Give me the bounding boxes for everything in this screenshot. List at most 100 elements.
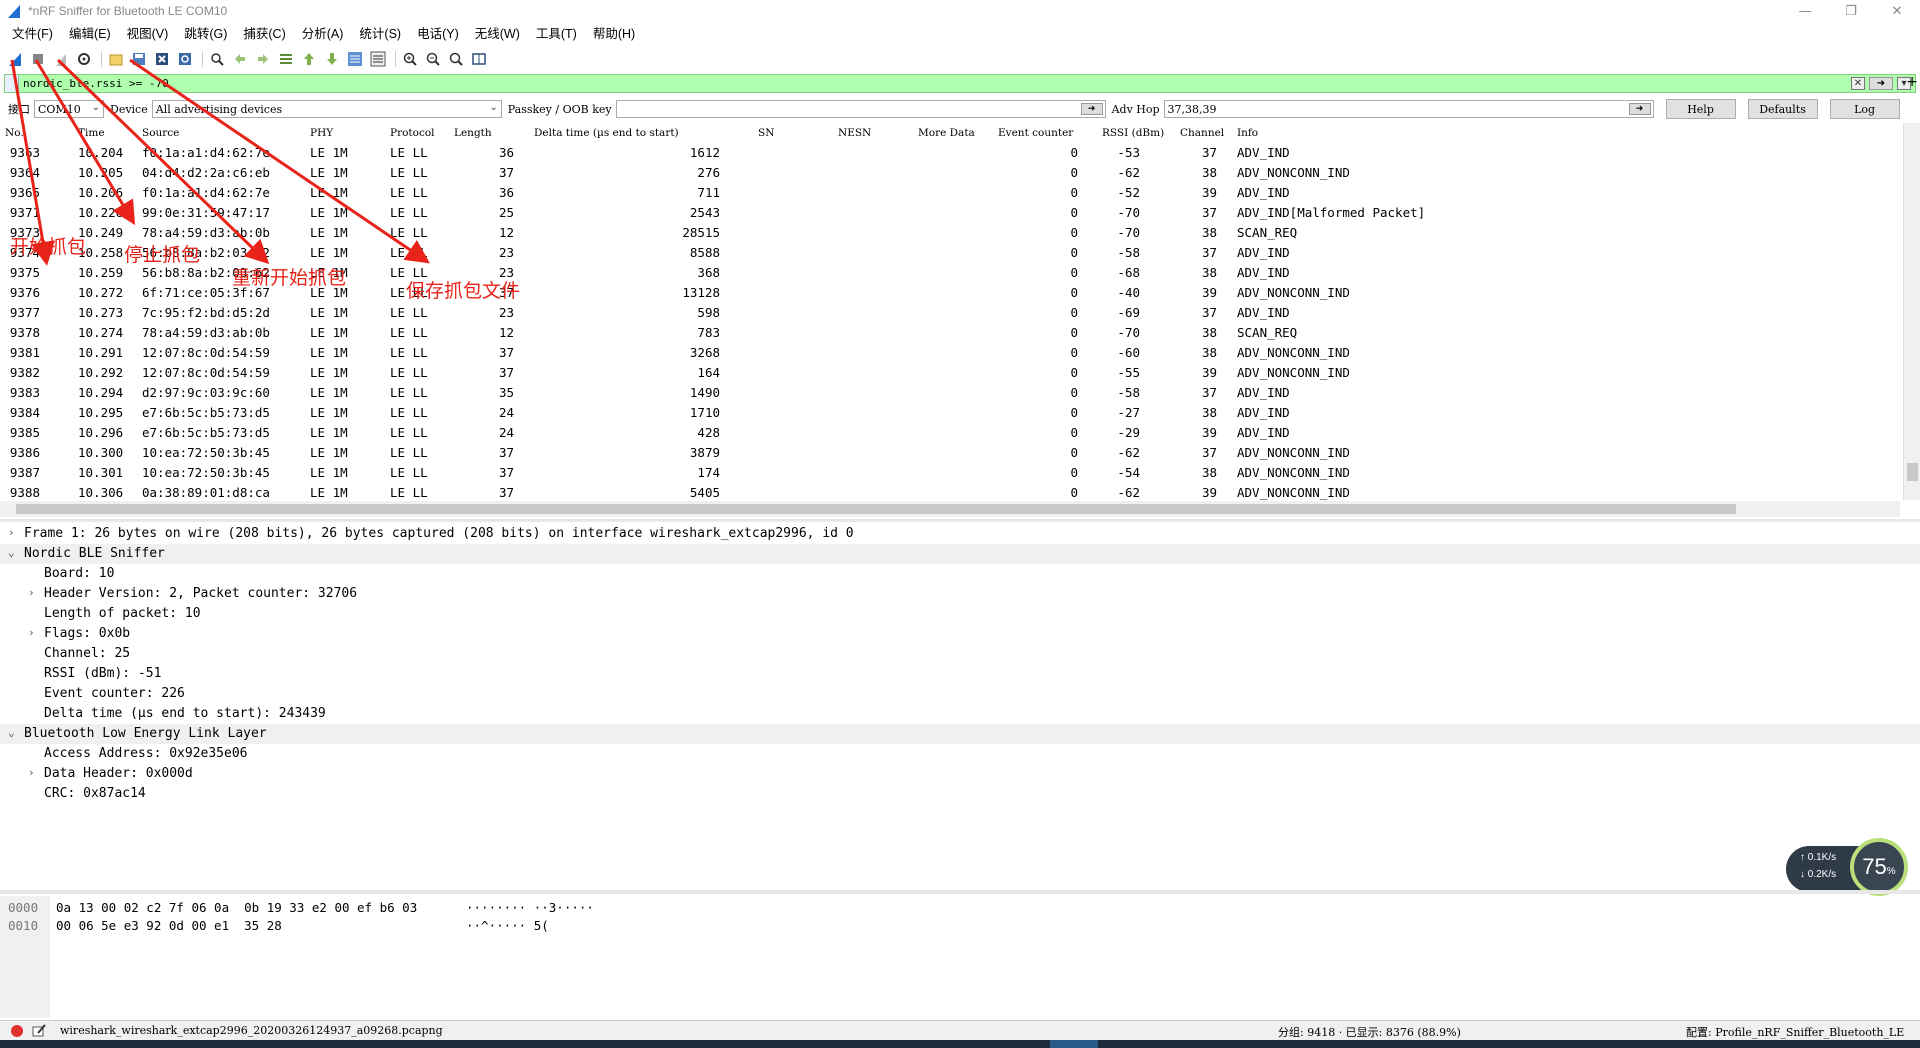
chevron-right-icon[interactable]: › bbox=[8, 526, 15, 539]
save-file-icon[interactable] bbox=[129, 49, 149, 69]
display-filter-input[interactable]: nordic_ble.rssi >= -70 bbox=[19, 77, 1851, 90]
column-delta-time[interactable]: Delta time (µs end to start) bbox=[534, 127, 679, 139]
detail-line[interactable]: › Header Version: 2, Packet counter: 3270… bbox=[0, 584, 1920, 604]
restore-button[interactable]: ❐ bbox=[1828, 0, 1874, 22]
start-capture-icon[interactable] bbox=[5, 49, 25, 69]
chevron-down-icon[interactable]: ⌄ bbox=[8, 726, 15, 739]
packet-details[interactable]: › Frame 1: 26 bytes on wire (208 bits), 2… bbox=[0, 524, 1920, 886]
detail-line[interactable]: ⌄ Nordic BLE Sniffer bbox=[0, 544, 1920, 564]
pane-divider[interactable] bbox=[0, 519, 1920, 522]
table-row[interactable]: 9382 10.292 12:07:8c:0d:54:59 LE 1M LE LL 37 1… bbox=[0, 363, 1900, 383]
log-button[interactable]: Log bbox=[1829, 99, 1900, 119]
detail-line[interactable]: Channel: 25 bbox=[0, 644, 1920, 664]
zoom-out-icon[interactable] bbox=[423, 49, 443, 69]
table-row[interactable]: 9374 10.258 56:b8:8a:b2:03:62 LE 1M LE LL 23 8… bbox=[0, 243, 1900, 263]
detail-line[interactable]: › Flags: 0x0b bbox=[0, 624, 1920, 644]
detail-line[interactable]: › Frame 1: 26 bytes on wire (208 bits), 2… bbox=[0, 524, 1920, 544]
menu-analyze[interactable]: 分析(A) bbox=[294, 23, 352, 45]
colorize-icon[interactable] bbox=[368, 49, 388, 69]
zoom-in-icon[interactable] bbox=[400, 49, 420, 69]
table-row[interactable]: 9378 10.274 78:a4:59:d3:ab:0b LE 1M LE LL 12 7… bbox=[0, 323, 1900, 343]
menu-view[interactable]: 视图(V) bbox=[119, 23, 177, 45]
table-row[interactable]: 9377 10.273 7c:95:f2:bd:d5:2d LE 1M LE LL 23 5… bbox=[0, 303, 1900, 323]
column-event-counter[interactable]: Event counter bbox=[998, 127, 1073, 139]
defaults-button[interactable]: Defaults bbox=[1747, 99, 1818, 119]
column-length[interactable]: Length bbox=[454, 127, 492, 139]
column-phy[interactable]: PHY bbox=[310, 127, 333, 139]
go-to-packet-icon[interactable] bbox=[276, 49, 296, 69]
detail-line[interactable]: Length of packet: 10 bbox=[0, 604, 1920, 624]
column-no[interactable]: No. bbox=[5, 127, 24, 139]
table-row[interactable]: 9373 10.249 78:a4:59:d3:ab:0b LE 1M LE LL 12 2… bbox=[0, 223, 1900, 243]
taskbar-active-app[interactable] bbox=[1050, 1040, 1098, 1048]
menu-help[interactable]: 帮助(H) bbox=[585, 23, 643, 45]
detail-line[interactable]: Access Address: 0x92e35e06 bbox=[0, 744, 1920, 764]
detail-line[interactable]: RSSI (dBm): -51 bbox=[0, 664, 1920, 684]
packet-list[interactable]: No. Time Source PHY Protocol Length Delt… bbox=[0, 123, 1920, 503]
column-source[interactable]: Source bbox=[142, 127, 179, 139]
capture-comment-icon[interactable] bbox=[32, 1024, 46, 1038]
help-button[interactable]: Help bbox=[1665, 99, 1736, 119]
find-packet-icon[interactable] bbox=[207, 49, 227, 69]
detail-line[interactable]: ⌄ Bluetooth Low Energy Link Layer bbox=[0, 724, 1920, 744]
detail-line[interactable]: CRC: 0x87ac14 bbox=[0, 784, 1920, 804]
go-forward-icon[interactable] bbox=[253, 49, 273, 69]
device-select[interactable]: All advertising devices ⌄ bbox=[151, 100, 502, 118]
profile-name[interactable]: 配置: Profile_nRF_Sniffer_Bluetooth_LE bbox=[1686, 1024, 1904, 1040]
detail-line[interactable]: Event counter: 226 bbox=[0, 684, 1920, 704]
menu-tools[interactable]: 工具(T) bbox=[528, 23, 585, 45]
table-row[interactable]: 9365 10.206 f0:1a:a1:d4:62:7e LE 1M LE LL 36 7… bbox=[0, 183, 1900, 203]
table-row[interactable]: 9386 10.300 10:ea:72:50:3b:45 LE 1M LE LL 37 3… bbox=[0, 443, 1900, 463]
restart-capture-icon[interactable] bbox=[51, 49, 71, 69]
detail-line[interactable]: Board: 10 bbox=[0, 564, 1920, 584]
chevron-down-icon[interactable]: ⌄ bbox=[8, 546, 15, 559]
column-info[interactable]: Info bbox=[1237, 127, 1258, 139]
menu-go[interactable]: 跳转(G) bbox=[176, 23, 235, 45]
passkey-apply-icon[interactable]: ➜ bbox=[1080, 103, 1103, 115]
close-file-icon[interactable] bbox=[152, 49, 172, 69]
interface-select[interactable]: COM10 ⌄ bbox=[34, 100, 104, 118]
column-sn[interactable]: SN bbox=[758, 127, 774, 139]
capture-options-icon[interactable] bbox=[74, 49, 94, 69]
column-protocol[interactable]: Protocol bbox=[390, 127, 435, 139]
column-nesn[interactable]: NESN bbox=[838, 127, 871, 139]
close-button[interactable]: ✕ bbox=[1874, 0, 1920, 22]
adv-hop-apply-icon[interactable]: ➜ bbox=[1628, 103, 1651, 115]
table-row[interactable]: 9385 10.296 e7:6b:5c:b5:73:d5 LE 1M LE LL 24 4… bbox=[0, 423, 1900, 443]
menu-file[interactable]: 文件(F) bbox=[4, 23, 61, 45]
autoscroll-icon[interactable] bbox=[345, 49, 365, 69]
chevron-right-icon[interactable]: › bbox=[28, 626, 35, 639]
table-row[interactable]: 9384 10.295 e7:6b:5c:b5:73:d5 LE 1M LE LL 24 1… bbox=[0, 403, 1900, 423]
clear-filter-icon[interactable]: ✕ bbox=[1851, 77, 1865, 90]
menu-capture[interactable]: 捕获(C) bbox=[235, 23, 293, 45]
apply-filter-icon[interactable]: ➜ bbox=[1869, 77, 1893, 90]
reload-file-icon[interactable] bbox=[175, 49, 195, 69]
menu-telephony[interactable]: 电话(Y) bbox=[409, 23, 467, 45]
scrollbar-thumb[interactable] bbox=[16, 504, 1736, 514]
packet-list-vertical-scrollbar[interactable] bbox=[1903, 123, 1920, 500]
open-file-icon[interactable] bbox=[106, 49, 126, 69]
go-back-icon[interactable] bbox=[230, 49, 250, 69]
minimize-button[interactable]: — bbox=[1782, 0, 1828, 22]
chevron-right-icon[interactable]: › bbox=[28, 586, 35, 599]
passkey-input[interactable]: ➜ bbox=[615, 100, 1106, 118]
column-more-data[interactable]: More Data bbox=[918, 127, 975, 139]
table-row[interactable]: 9363 10.204 f0:1a:a1:d4:62:7e LE 1M LE LL 36 1… bbox=[0, 143, 1900, 163]
add-filter-button[interactable]: + bbox=[1906, 74, 1918, 90]
packet-bytes[interactable]: 0000 0a 13 00 02 c2 7f 06 0a 0b 19 33 e2 … bbox=[0, 896, 1920, 1018]
filter-bookmark-icon[interactable] bbox=[5, 75, 19, 92]
table-row[interactable]: 9371 10.226 99:0e:31:59:47:17 LE 1M LE LL 25 2… bbox=[0, 203, 1900, 223]
column-channel[interactable]: Channel bbox=[1180, 127, 1224, 139]
table-row[interactable]: 9364 10.205 04:d4:d2:2a:c6:eb LE 1M LE LL 37 2… bbox=[0, 163, 1900, 183]
column-rssi[interactable]: RSSI (dBm) bbox=[1102, 127, 1164, 139]
menu-statistics[interactable]: 统计(S) bbox=[351, 23, 409, 45]
column-time[interactable]: Time bbox=[78, 127, 105, 139]
table-row[interactable]: 9387 10.301 10:ea:72:50:3b:45 LE 1M LE LL 37 1… bbox=[0, 463, 1900, 483]
table-row[interactable]: 9388 10.306 0a:38:89:01:d8:ca LE 1M LE LL 37 5… bbox=[0, 483, 1900, 503]
adv-hop-input[interactable]: 37,38,39 ➜ bbox=[1163, 100, 1654, 118]
zoom-normal-icon[interactable] bbox=[446, 49, 466, 69]
table-row[interactable]: 9383 10.294 d2:97:9c:03:9c:60 LE 1M LE LL 35 1… bbox=[0, 383, 1900, 403]
detail-line[interactable]: Delta time (µs end to start): 243439 bbox=[0, 704, 1920, 724]
last-packet-icon[interactable] bbox=[322, 49, 342, 69]
expert-info-icon[interactable] bbox=[10, 1024, 24, 1038]
